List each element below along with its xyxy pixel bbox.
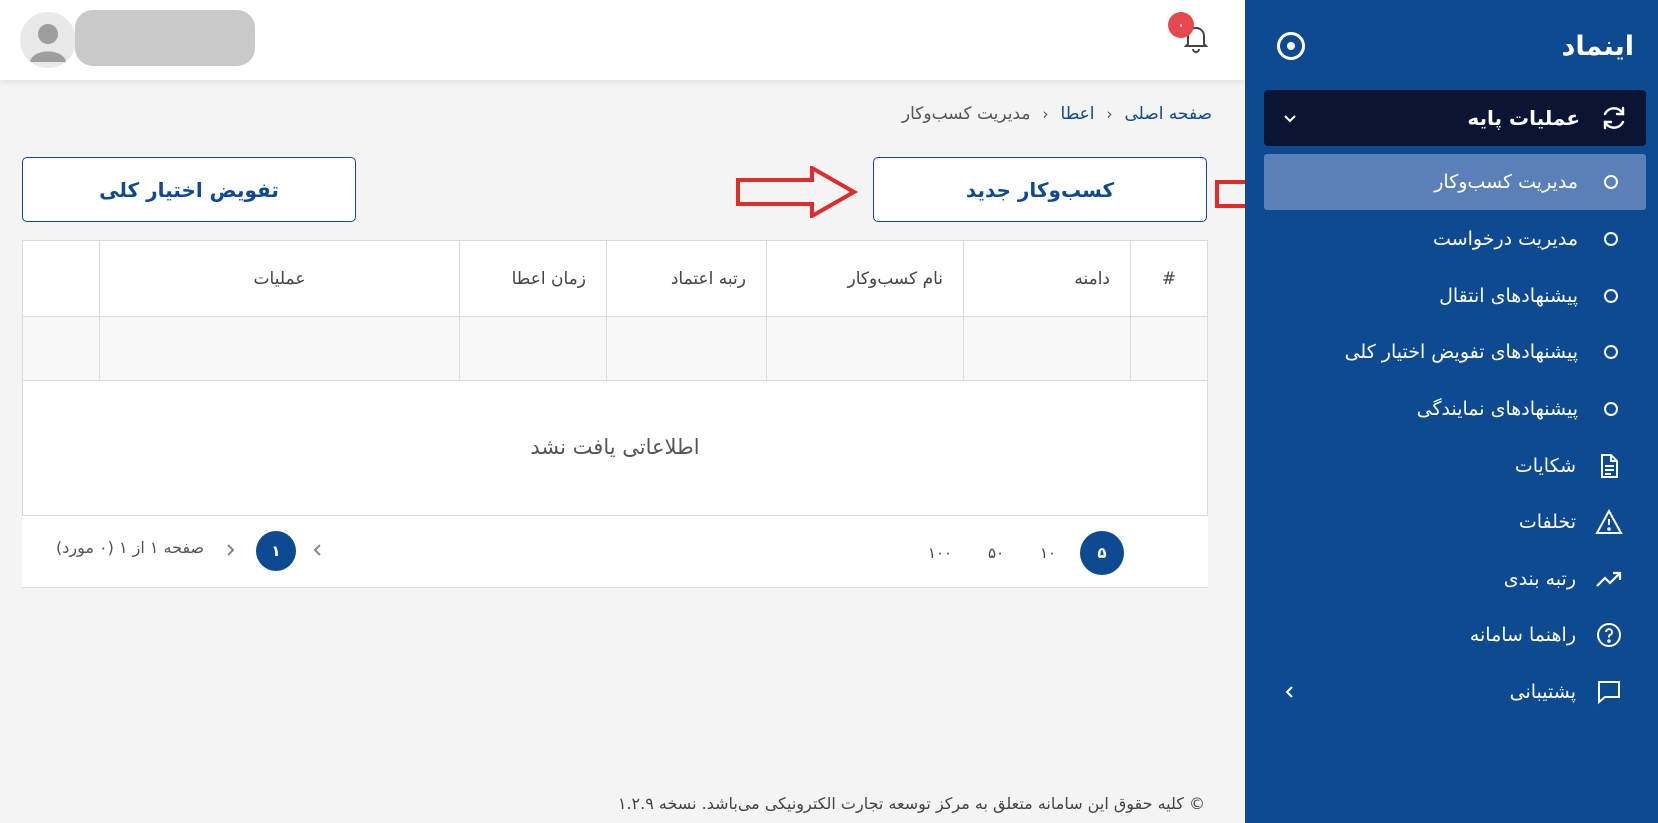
column-header-index[interactable]: # [1130,241,1207,316]
footer-copyright: © کلیه حقوق این سامانه متعلق به مرکز توس… [617,794,1205,813]
refresh-icon [1598,102,1630,134]
circle-bullet-icon [1604,402,1618,416]
sidebar-item-representation-offers[interactable]: پیشنهادهای نمایندگی [1264,381,1646,437]
filter-cell[interactable] [963,317,1130,380]
chat-bubble-icon [1594,677,1624,707]
filter-cell[interactable] [459,317,606,380]
sidebar-toggle-icon[interactable] [1277,32,1305,60]
breadcrumb-section[interactable]: اعطا [1061,104,1095,124]
sidebar-item-help[interactable]: راهنما سامانه [1264,607,1646,663]
sidebar-item-business-management[interactable]: مدیریت کسب‌وکار [1264,154,1646,210]
sidebar-item-label: پشتیبانی [1509,681,1576,703]
user-avatar-icon [30,24,66,62]
filter-cell [99,317,459,380]
new-business-button[interactable]: کسب‌وکار جدید [873,157,1207,222]
chevron-left-icon [1280,682,1300,702]
sidebar-item-label: تخلفات [1518,511,1576,533]
warning-triangle-icon [1594,507,1624,537]
sidebar-item-transfer-offers[interactable]: پیشنهادهای انتقال [1264,268,1646,324]
column-header-trust-rank[interactable]: رتبه اعتماد [606,241,766,316]
filter-cell[interactable] [1130,317,1207,380]
page-info: صفحه ۱ از ۱ (۰ مورد) [56,538,205,557]
sidebar-item-label: پیشنهادهای نمایندگی [1416,398,1578,420]
sidebar-item-label: راهنما سامانه [1469,624,1576,646]
breadcrumb: صفحه اصلی ‹ اعطا ‹ مدیریت کسب‌وکار [902,104,1212,124]
notification-badge: ۰ [1168,12,1194,38]
sidebar-item-label: شکایات [1514,455,1576,477]
sidebar-item-label: مدیریت درخواست [1433,228,1578,250]
column-header-operations: عملیات [99,241,459,316]
user-name-redacted [75,10,255,66]
sidebar-group-basic-operations[interactable]: عملیات پایه [1264,90,1646,146]
filter-cell[interactable] [606,317,766,380]
page-size-option[interactable]: ۵۰ [974,531,1018,575]
sidebar-item-label: مدیریت کسب‌وکار [1434,171,1578,193]
pagination-bar: ۵ ۱۰ ۵۰ ۱۰۰ ۱ صفحه ۱ از ۱ (۰ مورد) [22,515,1208,587]
sidebar: اینماد عملیات پایه مدیریت کسب‌وکار مدیری… [1245,0,1658,823]
table-filter-row [23,317,1207,381]
circle-bullet-icon [1604,289,1618,303]
chevron-left-icon[interactable] [306,538,330,562]
sidebar-item-request-management[interactable]: مدیریت درخواست [1264,211,1646,267]
document-icon [1594,451,1624,481]
sidebar-item-complaints[interactable]: شکایات [1264,438,1646,494]
filter-cell [23,317,99,380]
help-circle-icon [1594,620,1624,650]
chevron-left-icon: ‹ [1106,105,1113,123]
sidebar-item-delegation-offers[interactable]: پیشنهادهای تفویض اختیار کلی [1264,324,1646,380]
page-size-option[interactable]: ۱۰۰ [918,531,962,575]
breadcrumb-current: مدیریت کسب‌وکار [901,104,1031,124]
chevron-right-icon[interactable] [218,538,242,562]
page-size-option[interactable]: ۵ [1080,531,1124,575]
circle-bullet-icon [1604,175,1618,189]
sidebar-header: اینماد [1269,18,1634,74]
chevron-left-icon: ‹ [1042,105,1049,123]
sidebar-item-violations[interactable]: تخلفات [1264,494,1646,550]
brand-title: اینماد [1561,30,1634,62]
top-bar: ۰ [0,0,1245,80]
sidebar-item-label: پیشنهادهای تفویض اختیار کلی [1344,341,1578,363]
sidebar-item-label: پیشنهادهای انتقال [1439,285,1578,307]
page-size-option[interactable]: ۱۰ [1026,531,1070,575]
breadcrumb-home[interactable]: صفحه اصلی [1125,104,1212,124]
delegate-all-button[interactable]: تفویض اختیار کلی [22,157,356,222]
current-page-button[interactable]: ۱ [256,531,296,571]
trending-up-icon [1594,564,1624,594]
user-avatar[interactable] [20,12,76,68]
column-header-grant-time[interactable]: زمان اعطا [459,241,606,316]
chevron-down-icon [1280,108,1300,128]
column-header-domain[interactable]: دامنه [963,241,1130,316]
sidebar-item-label: رتبه بندی [1503,568,1576,590]
sidebar-group-label: عملیات پایه [1467,106,1580,130]
table-header-row: # دامنه نام کسب‌وکار رتبه اعتماد زمان اع… [23,241,1207,317]
empty-state-message: اطلاعاتی یافت نشد [530,435,700,459]
filter-cell[interactable] [766,317,963,380]
circle-bullet-icon [1604,345,1618,359]
column-header-extra [23,241,99,316]
sidebar-item-support[interactable]: پشتیبانی [1264,664,1646,720]
sidebar-item-ranking[interactable]: رتبه بندی [1264,551,1646,607]
annotation-arrow-icon [736,166,858,218]
column-header-business-name[interactable]: نام کسب‌وکار [766,241,963,316]
circle-bullet-icon [1604,232,1618,246]
